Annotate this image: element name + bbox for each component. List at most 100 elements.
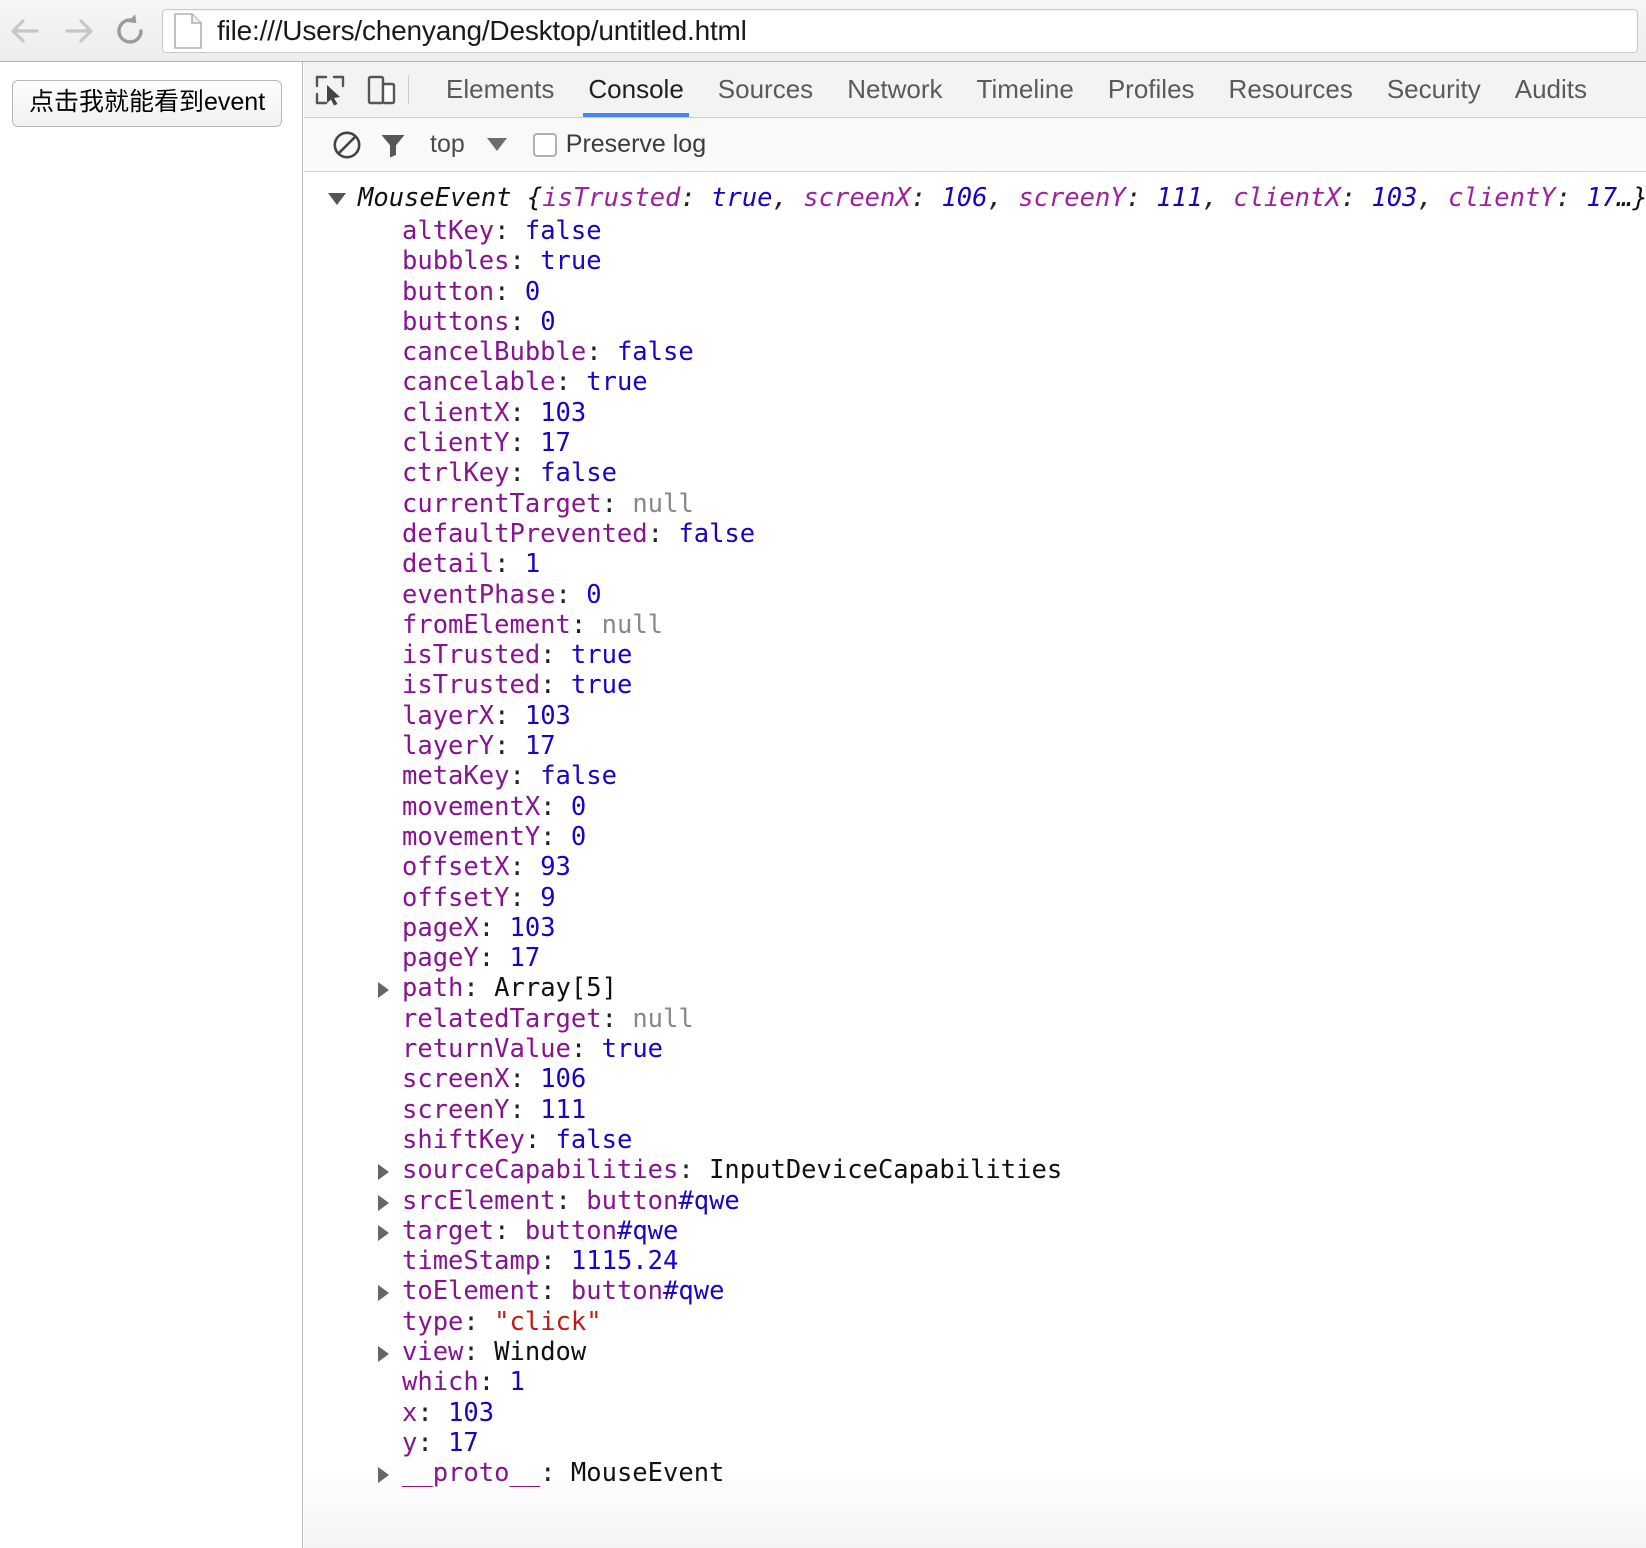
- disclosure-triangle-closed-icon[interactable]: [378, 1467, 389, 1484]
- console-property-row[interactable]: movementX: 0: [304, 792, 1646, 822]
- console-property-row[interactable]: clientY: 17: [304, 428, 1646, 458]
- property-colon: :: [570, 609, 602, 640]
- console-property-row[interactable]: sourceCapabilities: InputDeviceCapabilit…: [304, 1155, 1646, 1185]
- console-property-row[interactable]: altKey: false: [304, 216, 1646, 246]
- console-property-row[interactable]: type: "click": [304, 1307, 1646, 1337]
- address-bar[interactable]: file:///Users/chenyang/Desktop/untitled.…: [162, 8, 1638, 53]
- inspect-element-button[interactable]: [304, 62, 356, 117]
- console-property-row[interactable]: ctrlKey: false: [304, 458, 1646, 488]
- property-name: which: [402, 1367, 479, 1398]
- preview-separator: ,: [1417, 182, 1449, 213]
- property-colon: :: [463, 1306, 495, 1337]
- console-property-row[interactable]: button: 0: [304, 277, 1646, 307]
- console-property-row[interactable]: metaKey: false: [304, 761, 1646, 791]
- tab-security[interactable]: Security: [1370, 62, 1498, 117]
- console-property-row[interactable]: clientX: 103: [304, 398, 1646, 428]
- tab-elements[interactable]: Elements: [429, 62, 571, 117]
- console-property-row[interactable]: target: button#qwe: [304, 1216, 1646, 1246]
- console-property-row[interactable]: screenY: 111: [304, 1095, 1646, 1125]
- clear-console-button[interactable]: [324, 118, 370, 172]
- url-text: file:///Users/chenyang/Desktop/untitled.…: [217, 14, 747, 46]
- disclosure-triangle-closed-icon[interactable]: [378, 1164, 389, 1181]
- property-colon: :: [478, 912, 510, 943]
- property-value: true: [540, 246, 602, 277]
- property-name: screenX: [402, 1064, 510, 1095]
- console-property-row[interactable]: toElement: button#qwe: [304, 1276, 1646, 1306]
- console-property-row[interactable]: shiftKey: false: [304, 1125, 1646, 1155]
- tab-sources[interactable]: Sources: [701, 62, 830, 117]
- property-colon: :: [570, 1034, 602, 1065]
- property-value: null: [601, 609, 664, 640]
- reload-icon: [117, 13, 143, 44]
- disclosure-triangle-closed-icon[interactable]: [378, 1224, 389, 1241]
- console-object-header[interactable]: MouseEvent {isTrusted: true, screenX: 10…: [304, 181, 1646, 215]
- console-property-row[interactable]: relatedTarget: null: [304, 1004, 1646, 1034]
- console-property-row[interactable]: layerX: 103: [304, 701, 1646, 731]
- property-name: cancelBubble: [402, 337, 587, 368]
- forward-button[interactable]: [52, 0, 104, 62]
- property-colon: :: [540, 670, 571, 701]
- disclosure-triangle-closed-icon[interactable]: [378, 1194, 389, 1211]
- property-value: 103: [540, 397, 587, 428]
- console-property-row[interactable]: bubbles: true: [304, 246, 1646, 276]
- console-property-row[interactable]: offsetX: 93: [304, 852, 1646, 882]
- console-property-row[interactable]: y: 17: [304, 1428, 1646, 1458]
- console-property-row[interactable]: srcElement: button#qwe: [304, 1186, 1646, 1216]
- disclosure-triangle-open-icon[interactable]: [328, 193, 346, 205]
- disclosure-triangle-closed-icon[interactable]: [378, 1345, 389, 1362]
- console-property-row[interactable]: layerY: 17: [304, 731, 1646, 761]
- console-property-row[interactable]: currentTarget: null: [304, 489, 1646, 519]
- tab-profiles[interactable]: Profiles: [1091, 62, 1212, 117]
- console-property-row[interactable]: isTrusted: true: [304, 670, 1646, 700]
- preserve-log-checkbox[interactable]: Preserve log: [532, 130, 706, 159]
- console-property-row[interactable]: screenX: 106: [304, 1064, 1646, 1094]
- preview-property-value: 17: [1586, 182, 1618, 213]
- property-value: null: [632, 1003, 694, 1034]
- property-colon: :: [524, 1124, 556, 1155]
- console-property-row[interactable]: __proto__: MouseEvent: [304, 1458, 1646, 1488]
- console-property-row[interactable]: cancelable: true: [304, 367, 1646, 397]
- console-property-row[interactable]: buttons: 0: [304, 307, 1646, 337]
- console-property-row[interactable]: eventPhase: 0: [304, 580, 1646, 610]
- property-value: false: [678, 518, 756, 549]
- property-colon: :: [540, 640, 571, 671]
- property-value: true: [570, 670, 633, 701]
- console-property-row[interactable]: cancelBubble: false: [304, 337, 1646, 367]
- property-value: Array[5]: [494, 973, 617, 1004]
- console-property-row[interactable]: defaultPrevented: false: [304, 519, 1646, 549]
- property-colon: :: [463, 973, 495, 1004]
- tab-audits[interactable]: Audits: [1498, 62, 1604, 117]
- console-property-row[interactable]: offsetY: 9: [304, 883, 1646, 913]
- clear-console-icon: [333, 131, 361, 158]
- property-name: currentTarget: [402, 488, 602, 519]
- property-value: 17: [448, 1427, 479, 1458]
- tab-console[interactable]: Console: [571, 62, 700, 117]
- console-property-row[interactable]: isTrusted: true: [304, 640, 1646, 670]
- disclosure-triangle-closed-icon[interactable]: [378, 982, 389, 999]
- console-property-row[interactable]: pageX: 103: [304, 913, 1646, 943]
- console-property-row[interactable]: path: Array[5]: [304, 973, 1646, 1003]
- console-property-row[interactable]: pageY: 17: [304, 943, 1646, 973]
- console-property-row[interactable]: view: Window: [304, 1337, 1646, 1367]
- console-property-row[interactable]: x: 103: [304, 1398, 1646, 1428]
- disclosure-triangle-closed-icon[interactable]: [378, 1285, 389, 1302]
- tab-resources[interactable]: Resources: [1212, 62, 1370, 117]
- toggle-device-mode-button[interactable]: [356, 62, 408, 117]
- filter-button[interactable]: [370, 118, 416, 172]
- back-button[interactable]: [0, 0, 52, 62]
- property-name: layerX: [402, 700, 495, 731]
- console-property-row[interactable]: fromElement: null: [304, 610, 1646, 640]
- property-name: eventPhase: [402, 579, 556, 610]
- execution-context-selector[interactable]: top: [430, 130, 507, 159]
- property-value: false: [555, 1124, 633, 1155]
- devtools-tab-list: Elements Console Sources Network Timelin…: [409, 62, 1604, 117]
- console-property-row[interactable]: returnValue: true: [304, 1034, 1646, 1064]
- console-property-row[interactable]: timeStamp: 1115.24: [304, 1246, 1646, 1276]
- console-property-row[interactable]: detail: 1: [304, 549, 1646, 579]
- reload-button[interactable]: [104, 0, 156, 62]
- console-property-row[interactable]: movementY: 0: [304, 822, 1646, 852]
- tab-timeline[interactable]: Timeline: [960, 62, 1091, 117]
- console-property-row[interactable]: which: 1: [304, 1367, 1646, 1397]
- demo-click-button[interactable]: 点击我就能看到event: [12, 80, 283, 127]
- tab-network[interactable]: Network: [830, 62, 959, 117]
